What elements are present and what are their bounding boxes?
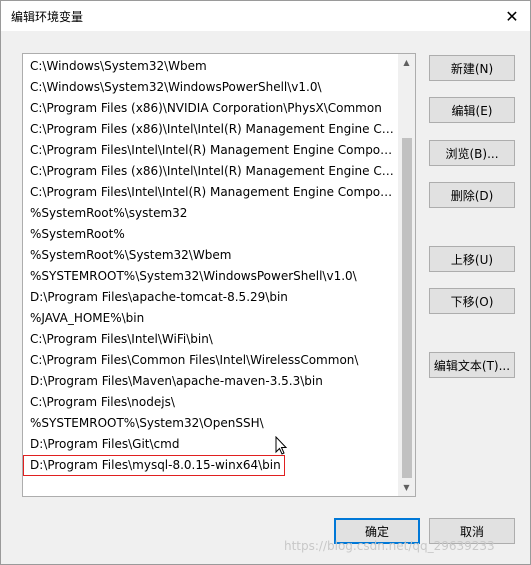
title-bar: 编辑环境变量 ✕ [1,1,530,31]
path-list-item[interactable]: C:\Program Files (x86)\NVIDIA Corporatio… [23,98,398,119]
new-button[interactable]: 新建(N) [429,55,515,81]
path-list-item[interactable]: C:\Program Files\Intel\Intel(R) Manageme… [23,182,398,203]
mouse-pointer-icon [275,436,288,455]
move-down-button[interactable]: 下移(O) [429,288,515,314]
scroll-thumb[interactable] [402,138,412,478]
delete-button[interactable]: 删除(D) [429,182,515,208]
edit-env-variable-dialog: 编辑环境变量 ✕ C:\Windows\System32\Wbem C:\Wind… [0,0,531,565]
scroll-up-arrow-icon[interactable]: ▲ [398,54,415,71]
close-icon: ✕ [505,6,519,26]
close-button[interactable]: ✕ [494,1,530,31]
path-list-item[interactable]: C:\Program Files (x86)\Intel\Intel(R) Ma… [23,119,398,140]
path-list-item[interactable]: %JAVA_HOME%\bin [23,308,398,329]
path-list-items: C:\Windows\System32\Wbem C:\Windows\Syste… [23,56,398,476]
path-list-item[interactable]: C:\Program Files\Intel\WiFi\bin\ [23,329,398,350]
path-list-item[interactable]: %SYSTEMROOT%\System32\WindowsPowerShell\… [23,266,398,287]
path-list-item[interactable]: D:\Program Files\Git\cmd [23,434,398,455]
path-list-item[interactable]: D:\Program Files\Maven\apache-maven-3.5.… [23,371,398,392]
watermark-text: https://blog.csdn.net/qq_29639233 [284,539,495,553]
path-list-item-editing[interactable]: D:\Program Files\mysql-8.0.15-winx64\bin [23,455,285,476]
path-list-item[interactable]: D:\Program Files\apache-tomcat-8.5.29\bi… [23,287,398,308]
path-list-item[interactable]: C:\Program Files (x86)\Intel\Intel(R) Ma… [23,161,398,182]
path-list-item[interactable]: C:\Program Files\Common Files\Intel\Wire… [23,350,398,371]
path-list-item[interactable]: C:\Windows\System32\WindowsPowerShell\v1… [23,77,398,98]
edit-button[interactable]: 编辑(E) [429,97,515,123]
path-list[interactable]: C:\Windows\System32\Wbem C:\Windows\Syste… [22,53,416,497]
scroll-down-arrow-icon[interactable]: ▼ [398,479,415,496]
path-list-item[interactable]: %SystemRoot%\System32\Wbem [23,245,398,266]
move-up-button[interactable]: 上移(U) [429,246,515,272]
path-list-item[interactable]: C:\Program Files\Intel\Intel(R) Manageme… [23,140,398,161]
path-list-item[interactable]: %SystemRoot% [23,224,398,245]
edit-text-button[interactable]: 编辑文本(T)... [429,352,515,378]
path-list-item[interactable]: %SystemRoot%\system32 [23,203,398,224]
path-list-item[interactable]: C:\Windows\System32\Wbem [23,56,398,77]
path-list-item[interactable]: %SYSTEMROOT%\System32\OpenSSH\ [23,413,398,434]
vertical-scrollbar[interactable]: ▲ ▼ [398,54,415,496]
browse-button[interactable]: 浏览(B)... [429,140,515,166]
window-title: 编辑环境变量 [11,10,84,24]
path-list-item[interactable]: C:\Program Files\nodejs\ [23,392,398,413]
